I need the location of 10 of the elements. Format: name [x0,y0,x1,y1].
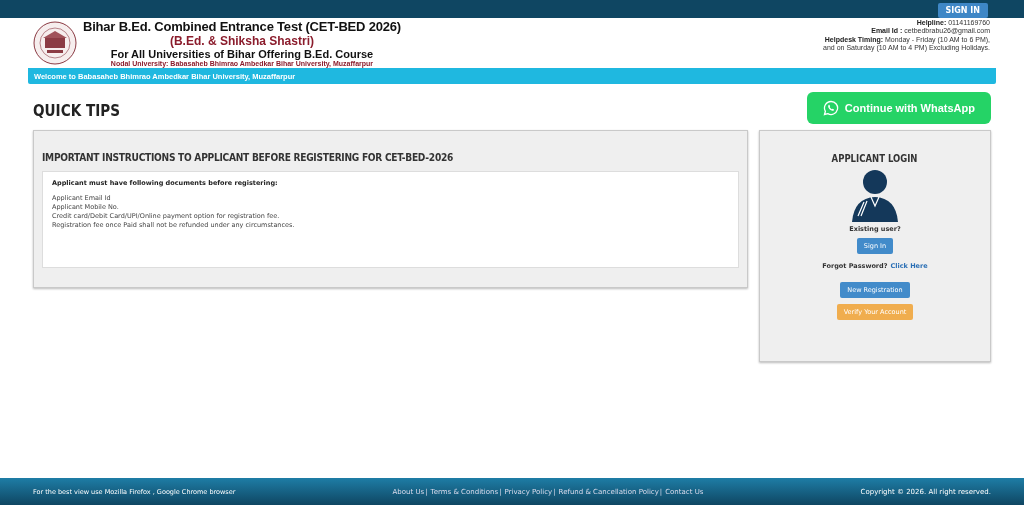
sign-in-button[interactable]: SIGN IN [937,2,988,18]
site-subtitle: (B.Ed. & Shiksha Shastri) [169,34,314,48]
user-silhouette-icon [850,168,900,222]
site-tagline: For All Universities of Bihar Offering B.Ed. Course [110,48,374,60]
university-seal-icon [33,21,77,65]
panel-title: IMPORTANT INSTRUCTIONS TO APPLICANT BEFORE REGISTERING FOR CET-BED-2026 [42,151,455,164]
site-title: Bihar B.Ed. Combined Entrance Test (CET-BED 2026) [83,19,401,34]
page-title: QUICK TIPS [33,101,120,120]
panel-title: APPLICANT LOGIN [832,153,918,164]
whatsapp-icon [822,100,839,116]
